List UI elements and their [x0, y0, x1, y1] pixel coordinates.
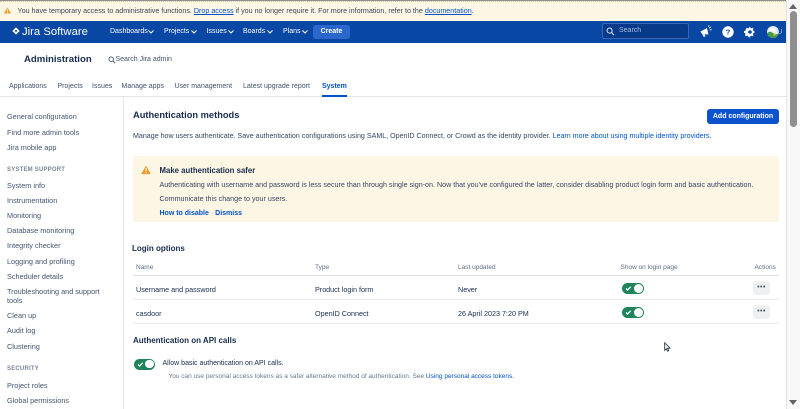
- svg-text:?: ?: [726, 27, 731, 36]
